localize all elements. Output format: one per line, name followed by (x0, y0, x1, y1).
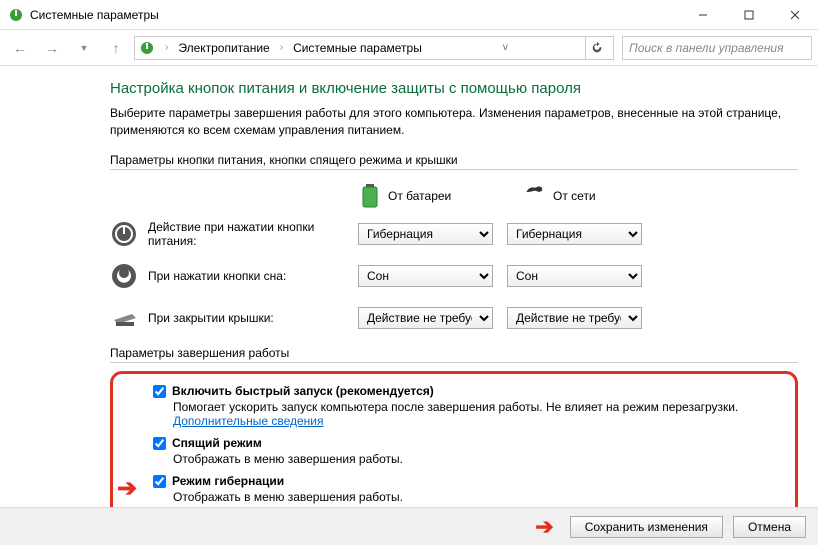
page-title: Настройка кнопок питания и включение защ… (110, 80, 798, 97)
sleep-battery-select[interactable]: Сон (358, 265, 493, 287)
page-description: Выберите параметры завершения работы для… (110, 105, 798, 139)
content-area: Настройка кнопок питания и включение защ… (0, 66, 818, 507)
sleep-button-row: При нажатии кнопки сна: Сон Сон (110, 262, 798, 290)
left-pane (0, 66, 110, 507)
lid-row: При закрытии крышки: Действие не требует… (110, 304, 798, 332)
sleep-icon (110, 262, 138, 290)
breadcrumb-item[interactable]: Электропитание (174, 39, 273, 57)
minimize-button[interactable] (680, 0, 726, 30)
close-button[interactable] (772, 0, 818, 30)
sleep-button-label: При нажатии кнопки сна: (148, 269, 358, 283)
history-dropdown[interactable]: ▼ (70, 34, 98, 62)
app-icon (8, 7, 24, 23)
arrow-annotation-icon: ➔ (117, 474, 137, 503)
battery-icon (360, 182, 380, 210)
power-ac-select[interactable]: Гибернация (507, 223, 642, 245)
power-button-label: Действие при нажатии кнопки питания: (148, 220, 358, 249)
breadcrumb-dropdown[interactable]: v (493, 37, 517, 59)
search-input[interactable]: Поиск в панели управления (622, 36, 812, 60)
lid-label: При закрытии крышки: (148, 311, 358, 325)
sleep-ac-select[interactable]: Сон (507, 265, 642, 287)
fast-startup-item: Включить быстрый запуск (рекомендуется) … (153, 384, 781, 428)
breadcrumb[interactable]: › Электропитание › Системные параметры v (134, 36, 614, 60)
save-button[interactable]: Сохранить изменения (570, 516, 723, 538)
fast-startup-checkbox[interactable] (153, 385, 166, 398)
power-battery-select[interactable]: Гибернация (358, 223, 493, 245)
title-bar: Системные параметры (0, 0, 818, 30)
laptop-icon (110, 304, 138, 332)
maximize-button[interactable] (726, 0, 772, 30)
refresh-button[interactable] (585, 37, 609, 59)
forward-button[interactable]: → (38, 34, 66, 62)
more-info-link[interactable]: Дополнительные сведения (173, 414, 323, 428)
address-bar: ← → ▼ ↑ › Электропитание › Системные пар… (0, 30, 818, 66)
power-button-row: Действие при нажатии кнопки питания: Гиб… (110, 220, 798, 249)
hibernate-checkbox[interactable] (153, 475, 166, 488)
main-pane: Настройка кнопок питания и включение защ… (110, 66, 818, 507)
lid-ac-select[interactable]: Действие не требуется (507, 307, 642, 329)
footer: ➔ Сохранить изменения Отмена (0, 507, 818, 545)
buttons-section-label: Параметры кнопки питания, кнопки спящего… (110, 153, 798, 170)
sleep-checkbox[interactable] (153, 437, 166, 450)
hibernate-item: Режим гибернации Отображать в меню завер… (153, 474, 781, 504)
sleep-item: Спящий режим Отображать в меню завершени… (153, 436, 781, 466)
lid-battery-select[interactable]: Действие не требуется (358, 307, 493, 329)
shutdown-section-label: Параметры завершения работы (110, 346, 798, 363)
arrow-annotation-icon: ➔ (535, 514, 553, 540)
breadcrumb-item[interactable]: Системные параметры (289, 39, 426, 57)
power-icon (110, 220, 138, 248)
highlight-box: ➔ Включить быстрый запуск (рекомендуется… (110, 371, 798, 507)
window-title: Системные параметры (30, 8, 680, 22)
column-headers: От батареи От сети (110, 176, 798, 220)
up-button[interactable]: ↑ (102, 34, 130, 62)
cancel-button[interactable]: Отмена (733, 516, 806, 538)
back-button[interactable]: ← (6, 34, 34, 62)
plug-icon (525, 182, 545, 210)
